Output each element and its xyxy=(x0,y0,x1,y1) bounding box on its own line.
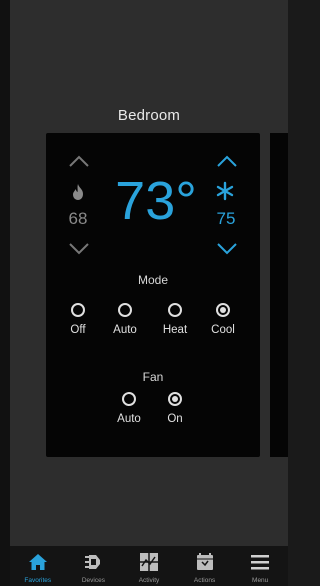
menu-icon xyxy=(251,555,270,570)
fan-option-label: On xyxy=(167,413,183,425)
nav-item-devices[interactable]: Devices xyxy=(66,546,122,586)
nav-item-menu[interactable]: Menu xyxy=(232,546,288,586)
fan-label: Fan xyxy=(142,370,164,384)
radio-off-icon[interactable] xyxy=(122,392,136,406)
cool-setpoint-value: 75 xyxy=(216,209,236,228)
room-title: Bedroom xyxy=(117,107,181,124)
nav-label: Favorites xyxy=(24,577,52,584)
left-edge xyxy=(0,0,10,586)
mode-option-off[interactable]: Off xyxy=(53,303,103,336)
current-temperature: 73° xyxy=(115,171,197,231)
heat-setpoint-up-chevron-icon[interactable] xyxy=(66,153,92,169)
mode-option-label: Cool xyxy=(211,324,235,336)
nav-item-favorites[interactable]: Favorites xyxy=(10,546,66,586)
radio-selected-icon[interactable] xyxy=(168,392,182,406)
activity-icon xyxy=(139,553,158,571)
radio-selected-icon[interactable] xyxy=(216,303,230,317)
fan-option-on[interactable]: On xyxy=(150,392,200,425)
nav-label: Actions xyxy=(193,577,216,584)
mode-option-label: Heat xyxy=(162,324,188,336)
bottom-nav: Favorites Devices Activity Actions Menu xyxy=(10,546,288,586)
home-icon xyxy=(28,554,47,570)
nav-label: Devices xyxy=(81,577,105,584)
radio-off-icon[interactable] xyxy=(168,303,182,317)
nav-item-actions[interactable]: Actions xyxy=(177,546,233,586)
nav-label: Menu xyxy=(252,577,269,584)
plug-icon xyxy=(85,555,101,569)
cool-setpoint-up-chevron-icon[interactable] xyxy=(214,153,240,169)
flame-icon xyxy=(73,184,83,200)
clock-icon xyxy=(196,553,213,570)
heat-setpoint-value: 68 xyxy=(68,209,88,228)
fan-option-auto[interactable]: Auto xyxy=(104,392,154,425)
cool-setpoint-down-chevron-icon[interactable] xyxy=(214,241,240,257)
fan-option-label: Auto xyxy=(117,413,141,425)
radio-off-icon[interactable] xyxy=(118,303,132,317)
mode-option-cool[interactable]: Cool xyxy=(198,303,248,336)
mode-label: Mode xyxy=(137,273,169,287)
snowflake-icon xyxy=(216,181,234,201)
mode-option-auto[interactable]: Auto xyxy=(100,303,150,336)
nav-label: Activity xyxy=(138,577,160,584)
mode-option-heat[interactable]: Heat xyxy=(150,303,200,336)
nav-item-activity[interactable]: Activity xyxy=(121,546,177,586)
heat-setpoint-down-chevron-icon[interactable] xyxy=(66,241,92,257)
radio-off-icon[interactable] xyxy=(71,303,85,317)
next-device-card[interactable] xyxy=(270,133,288,457)
mode-option-label: Off xyxy=(70,324,86,336)
thermostat-card: 68 73° 75 Mode Off Auto Heat Cool Fan Au… xyxy=(46,133,260,457)
mode-option-label: Auto xyxy=(113,324,137,336)
